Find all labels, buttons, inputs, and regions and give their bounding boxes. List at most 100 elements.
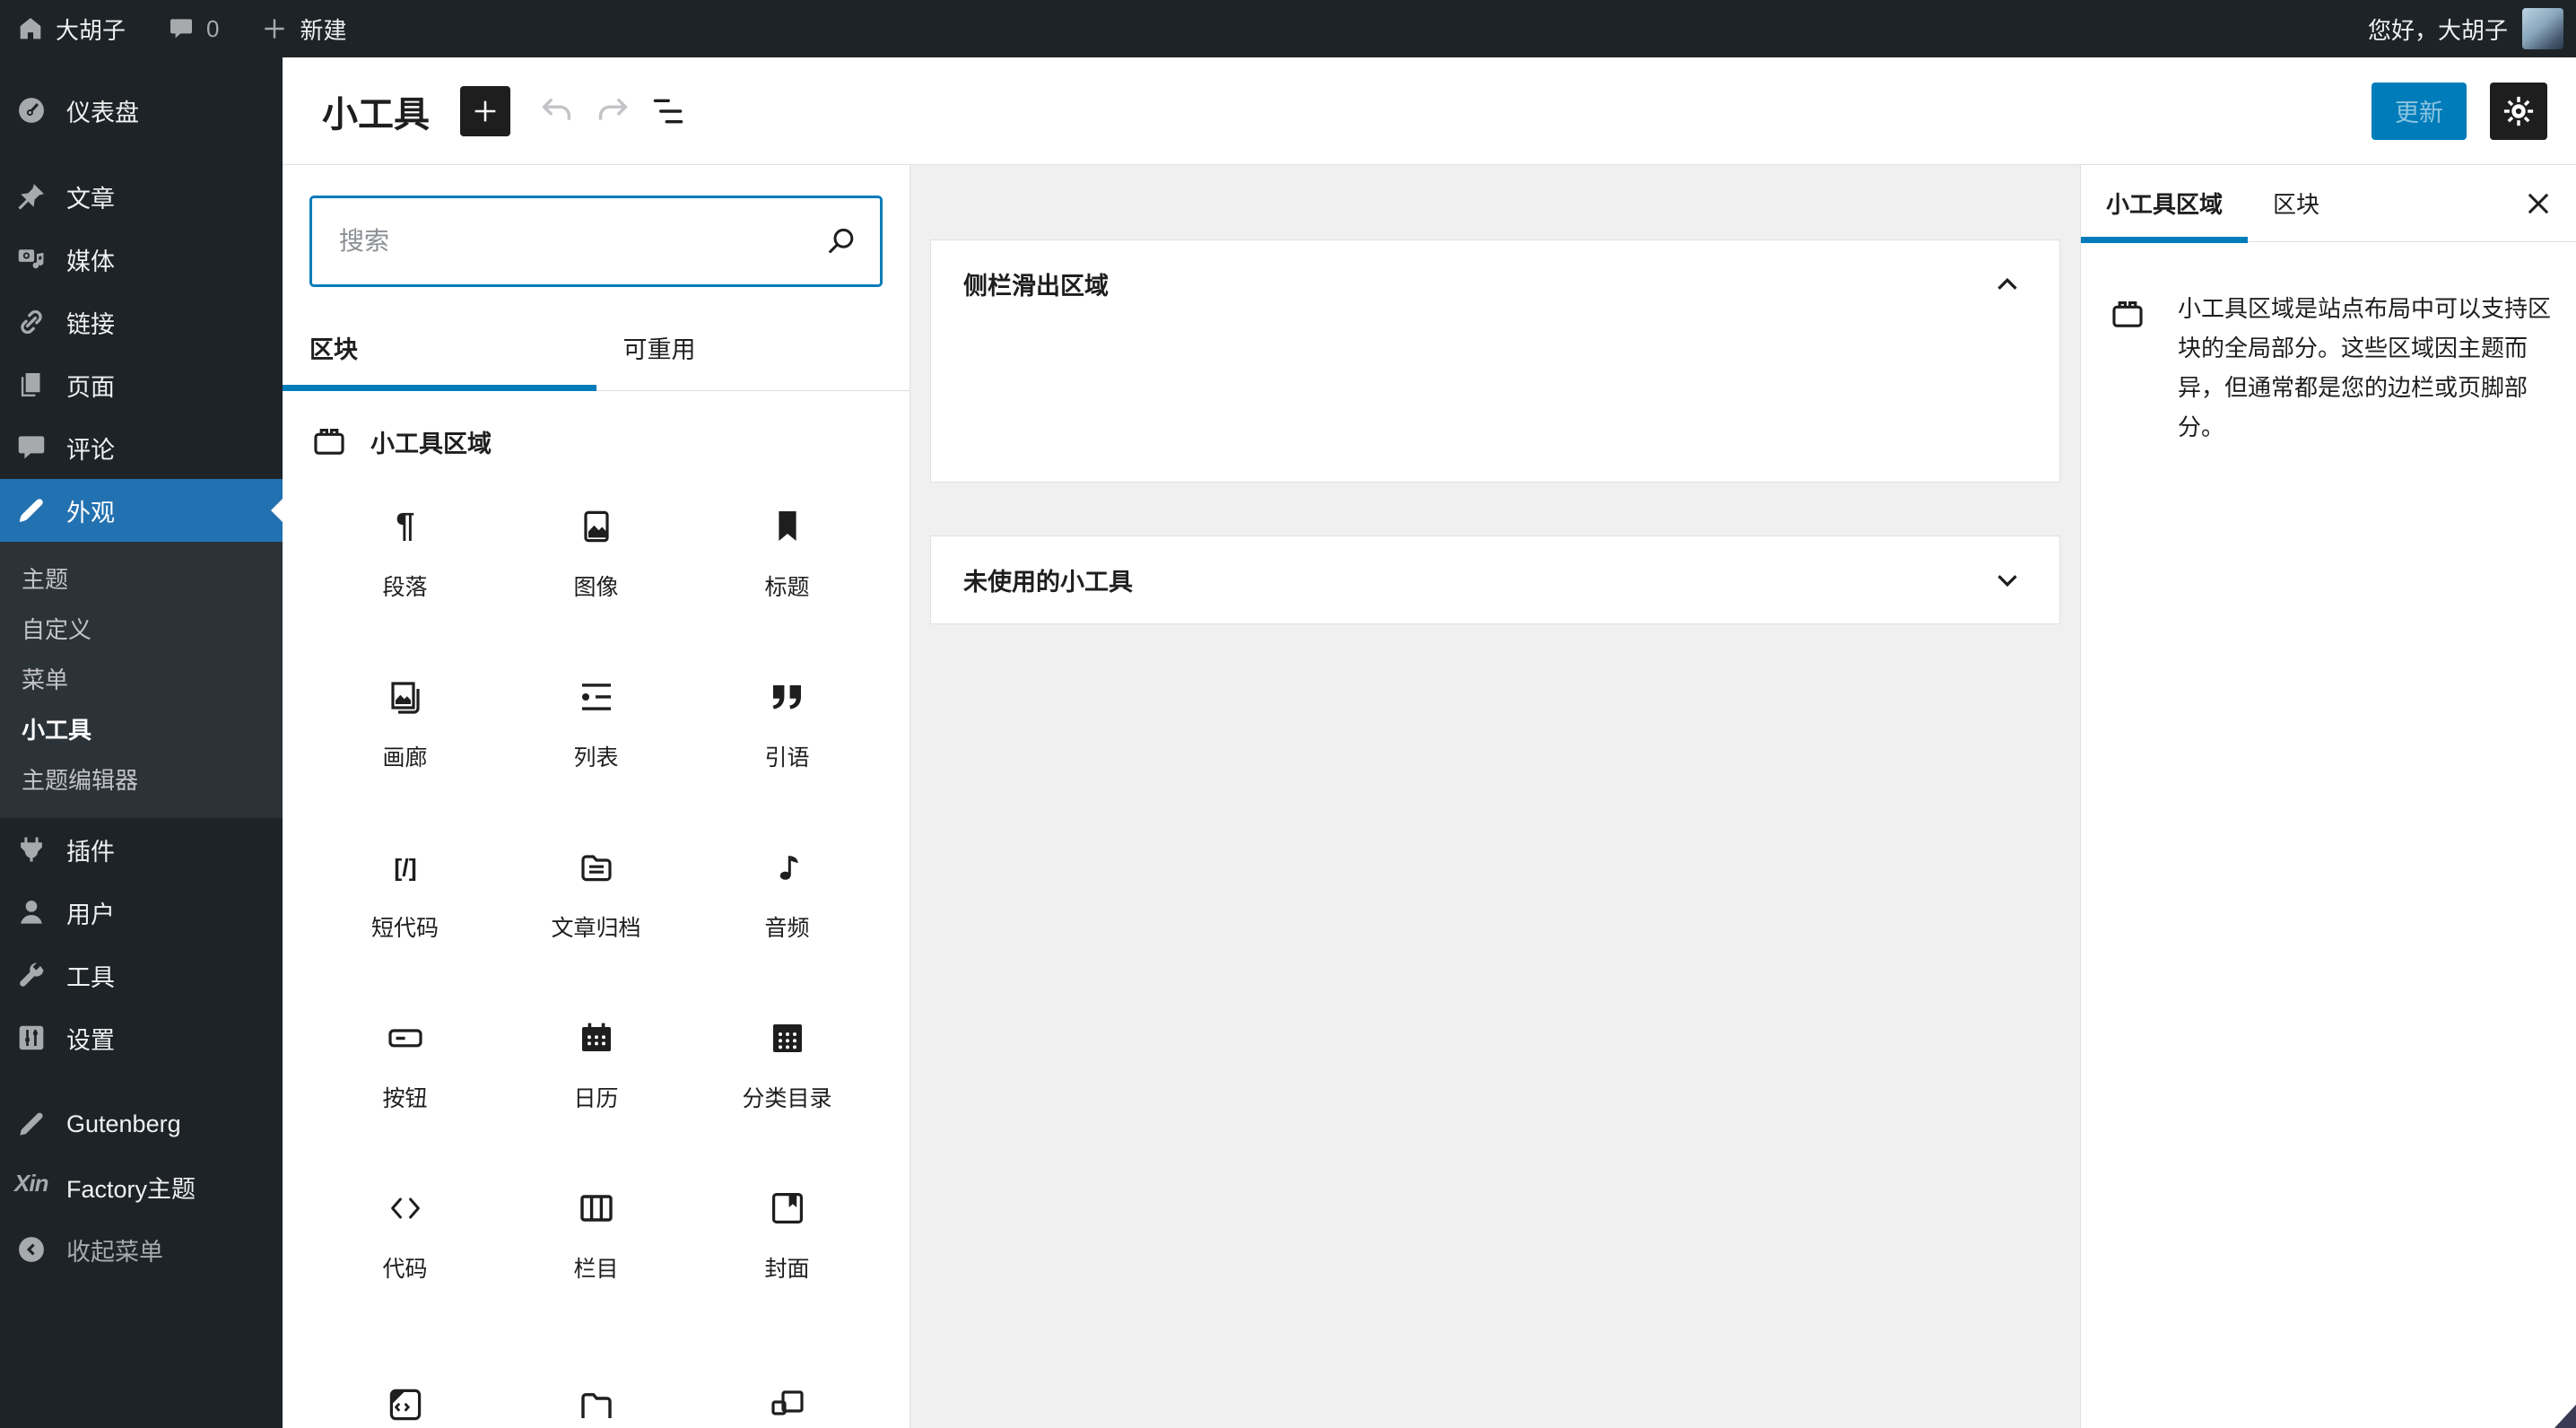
search-wrap xyxy=(309,196,883,287)
block-type-item[interactable]: 标题 xyxy=(692,468,883,639)
admin-bar: 大胡子 0 新建 您好，大胡子 xyxy=(0,0,2576,57)
block-type-item[interactable]: 文章归档 xyxy=(500,809,692,980)
block-type-label: 栏目 xyxy=(573,1257,619,1282)
comment-icon xyxy=(167,14,196,43)
block-type-item[interactable]: 日历 xyxy=(500,980,692,1150)
block-type-item[interactable] xyxy=(500,1320,692,1428)
search-input[interactable] xyxy=(309,196,883,287)
dashboard-icon xyxy=(14,93,48,127)
block-type-item[interactable]: 列表 xyxy=(500,639,692,809)
block-type-item[interactable] xyxy=(309,1320,500,1428)
sidebar-item-label: 页面 xyxy=(66,373,115,401)
sidebar-item[interactable]: 设置 xyxy=(0,1006,283,1069)
sidebar-item[interactable]: Gutenberg xyxy=(0,1093,283,1155)
block-type-item[interactable]: ¶ 段落 xyxy=(309,468,500,639)
inserter-tab[interactable]: 可重用 xyxy=(596,305,910,390)
block-type-item[interactable]: 音频 xyxy=(692,809,883,980)
widget-area-card: 侧栏滑出区域 xyxy=(930,239,2060,483)
widget-area-header[interactable]: 侧栏滑出区域 xyxy=(931,240,2059,327)
block-type-label: 引语 xyxy=(764,745,810,771)
site-name: 大胡子 xyxy=(56,16,126,44)
header-actions: 更新 xyxy=(2371,82,2547,140)
quote-icon xyxy=(766,675,809,718)
block-type-label: 文章归档 xyxy=(551,916,641,941)
appearance-submenu: 主题 自定义 菜单 小工具 主题编辑器 xyxy=(0,542,283,818)
links-icon xyxy=(14,305,48,339)
sidebar-item-label: Factory主题 xyxy=(66,1175,196,1203)
collapse-menu-item[interactable]: 收起菜单 xyxy=(0,1218,283,1281)
list-icon xyxy=(575,675,618,718)
submenu-item-label: 主题 xyxy=(22,565,69,593)
sidebar-item[interactable]: 插件 xyxy=(0,818,283,881)
block-type-item[interactable]: 图像 xyxy=(500,468,692,639)
sidebar-item[interactable]: 工具 xyxy=(0,944,283,1006)
custom-html-icon xyxy=(384,1383,427,1426)
sidebar-item[interactable]: 页面 xyxy=(0,353,283,416)
block-type-item[interactable]: 代码 xyxy=(309,1150,500,1320)
update-button[interactable]: 更新 xyxy=(2371,82,2467,140)
sidebar-item-label: 仪表盘 xyxy=(66,99,139,126)
sidebar-item-label: 用户 xyxy=(66,901,115,928)
page-title: 小工具 xyxy=(322,94,430,135)
submenu-item[interactable]: 主题 xyxy=(0,553,283,603)
sidebar-item[interactable]: 链接 xyxy=(0,291,283,353)
block-type-item[interactable]: 分类目录 xyxy=(692,980,883,1150)
comments-icon xyxy=(14,431,48,465)
sidebar-item[interactable]: 仪表盘 xyxy=(0,79,283,142)
settings-tab[interactable]: 区块 xyxy=(2248,165,2345,242)
list-view-button[interactable] xyxy=(645,88,692,135)
close-settings-button[interactable] xyxy=(2517,182,2560,225)
new-content-menu-item[interactable]: 新建 xyxy=(260,13,347,46)
submenu-item[interactable]: 自定义 xyxy=(0,603,283,653)
sidebar-item[interactable]: 用户 xyxy=(0,881,283,944)
block-type-item[interactable] xyxy=(692,1320,883,1428)
svg-text:[/]: [/] xyxy=(394,855,416,882)
widget-area-header[interactable]: 未使用的小工具 xyxy=(931,536,2059,623)
block-type-item[interactable]: 引语 xyxy=(692,639,883,809)
sidebar-item-label: 设置 xyxy=(66,1026,115,1054)
sidebar-item[interactable]: 评论 xyxy=(0,416,283,479)
editor-body: 区块 可重用 小工具区域 ¶ 段落 图像 xyxy=(283,165,2576,1428)
undo-button[interactable] xyxy=(534,88,580,135)
sidebar-item[interactable]: 媒体 xyxy=(0,228,283,291)
submenu-item[interactable]: 主题编辑器 xyxy=(0,753,283,804)
widget-area-description: 小工具区域是站点布局中可以支持区块的全局部分。这些区域因主题而异，但通常都是您的… xyxy=(2178,295,2552,440)
sidebar-item-label: 评论 xyxy=(66,436,115,464)
calendar-icon xyxy=(575,1016,618,1059)
comments-menu-item[interactable]: 0 xyxy=(167,14,219,43)
user-greeting[interactable]: 您好，大胡子 xyxy=(2368,13,2508,46)
new-label: 新建 xyxy=(300,16,347,44)
submenu-item-label: 自定义 xyxy=(22,615,92,643)
add-block-button[interactable] xyxy=(460,85,510,136)
block-type-item[interactable]: [/] 短代码 xyxy=(309,809,500,980)
sidebar-item-label: 外观 xyxy=(66,499,115,527)
code-icon xyxy=(384,1187,427,1230)
avatar[interactable] xyxy=(2522,8,2563,49)
xin-icon: Xin xyxy=(14,1170,48,1197)
settings-toggle-button[interactable] xyxy=(2490,82,2547,140)
sidebar-item-appearance[interactable]: 外观 xyxy=(0,479,283,542)
block-type-label: 图像 xyxy=(573,575,619,600)
widget-area-section-header: 小工具区域 xyxy=(283,391,909,468)
chevron-down-icon xyxy=(1988,561,2027,600)
gallery-icon xyxy=(384,675,427,718)
sidebar-item[interactable]: Xin Factory主题 xyxy=(0,1155,283,1218)
sidebar-item[interactable]: 文章 xyxy=(0,165,283,228)
block-type-item[interactable]: 画廊 xyxy=(309,639,500,809)
inserter-tab[interactable]: 区块 xyxy=(283,305,596,391)
redo-button[interactable] xyxy=(589,88,636,135)
settings-tab[interactable]: 小工具区域 xyxy=(2081,165,2249,243)
sidebar-item-label: 工具 xyxy=(66,963,115,991)
submenu-item[interactable]: 菜单 xyxy=(0,653,283,703)
shortcode-icon: [/] xyxy=(384,846,427,889)
block-type-item[interactable]: 栏目 xyxy=(500,1150,692,1320)
widget-area-body[interactable] xyxy=(931,327,2059,482)
block-type-label: 段落 xyxy=(382,575,428,600)
block-type-item[interactable]: 按钮 xyxy=(309,980,500,1150)
submenu-item[interactable]: 小工具 xyxy=(0,703,283,753)
block-type-item[interactable]: 封面 xyxy=(692,1150,883,1320)
gear-icon xyxy=(2500,92,2537,130)
block-type-label: 音频 xyxy=(764,916,810,941)
comments-count: 0 xyxy=(206,14,220,42)
site-menu-item[interactable]: 大胡子 xyxy=(16,13,126,46)
